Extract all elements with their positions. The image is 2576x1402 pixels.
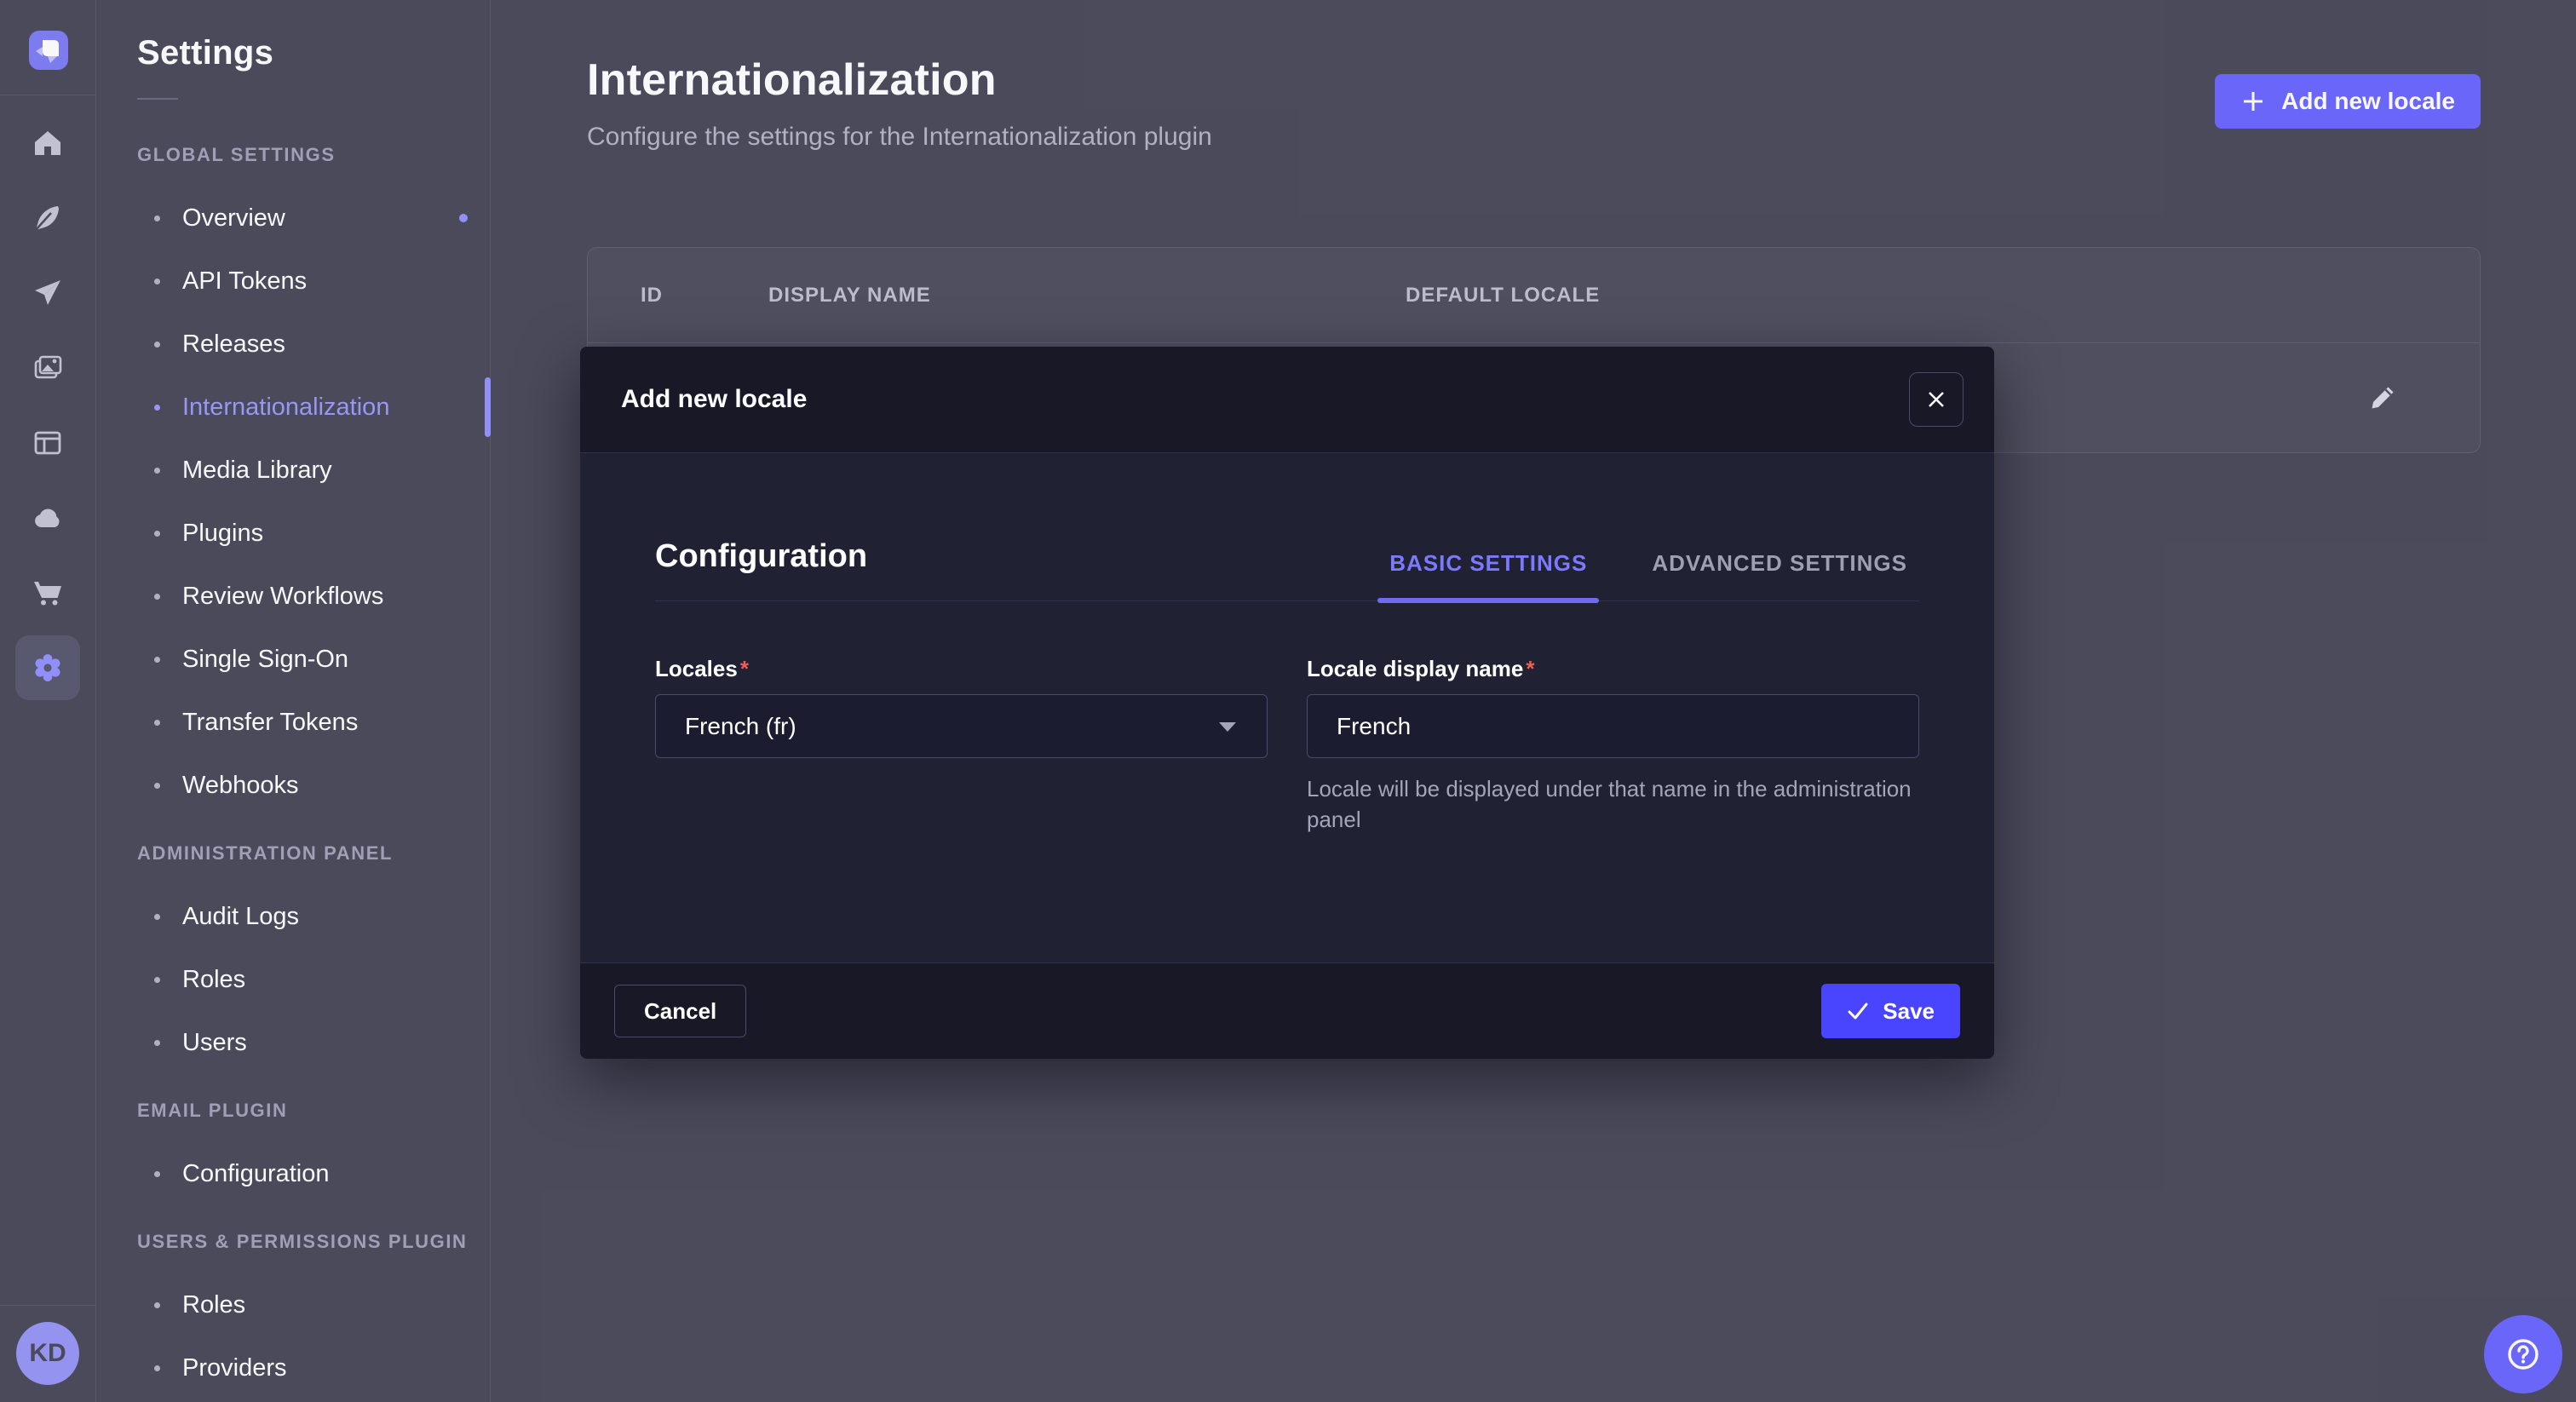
modal-header: Add new locale bbox=[580, 347, 1994, 453]
modal-body: Configuration BASIC SETTINGS ADVANCED SE… bbox=[580, 453, 1994, 962]
save-button[interactable]: Save bbox=[1821, 984, 1960, 1038]
display-name-label: Locale display name* bbox=[1307, 656, 1919, 682]
add-new-locale-modal: Add new locale Configuration BASIC SETTI… bbox=[580, 347, 1994, 1059]
close-icon bbox=[1926, 389, 1946, 410]
required-asterisk: * bbox=[1526, 656, 1534, 681]
modal-footer: Cancel Save bbox=[580, 962, 1994, 1059]
settings-tabs: BASIC SETTINGS ADVANCED SETTINGS bbox=[1377, 550, 1919, 600]
locales-field: Locales* French (fr) bbox=[655, 656, 1268, 835]
locales-select-value: French (fr) bbox=[685, 713, 796, 740]
modal-title: Add new locale bbox=[621, 385, 807, 414]
configuration-title: Configuration bbox=[655, 538, 867, 575]
configuration-header: Configuration BASIC SETTINGS ADVANCED SE… bbox=[655, 453, 1919, 601]
chevron-down-icon bbox=[1217, 720, 1238, 733]
cancel-button[interactable]: Cancel bbox=[614, 985, 746, 1037]
tab-basic-settings[interactable]: BASIC SETTINGS bbox=[1377, 550, 1599, 600]
locales-select[interactable]: French (fr) bbox=[655, 694, 1268, 758]
required-asterisk: * bbox=[740, 656, 749, 681]
display-name-hint: Locale will be displayed under that name… bbox=[1307, 773, 1919, 835]
form-fields: Locales* French (fr) Locale display name… bbox=[655, 656, 1919, 835]
check-icon bbox=[1847, 1000, 1869, 1022]
locales-label: Locales* bbox=[655, 656, 1268, 682]
app: KD Settings GLOBAL SETTINGS Overview API… bbox=[0, 0, 2576, 1402]
tab-advanced-settings[interactable]: ADVANCED SETTINGS bbox=[1640, 550, 1919, 600]
close-modal-button[interactable] bbox=[1909, 372, 1964, 427]
display-name-input[interactable] bbox=[1307, 694, 1919, 758]
display-name-field: Locale display name* Locale will be disp… bbox=[1307, 656, 1919, 835]
